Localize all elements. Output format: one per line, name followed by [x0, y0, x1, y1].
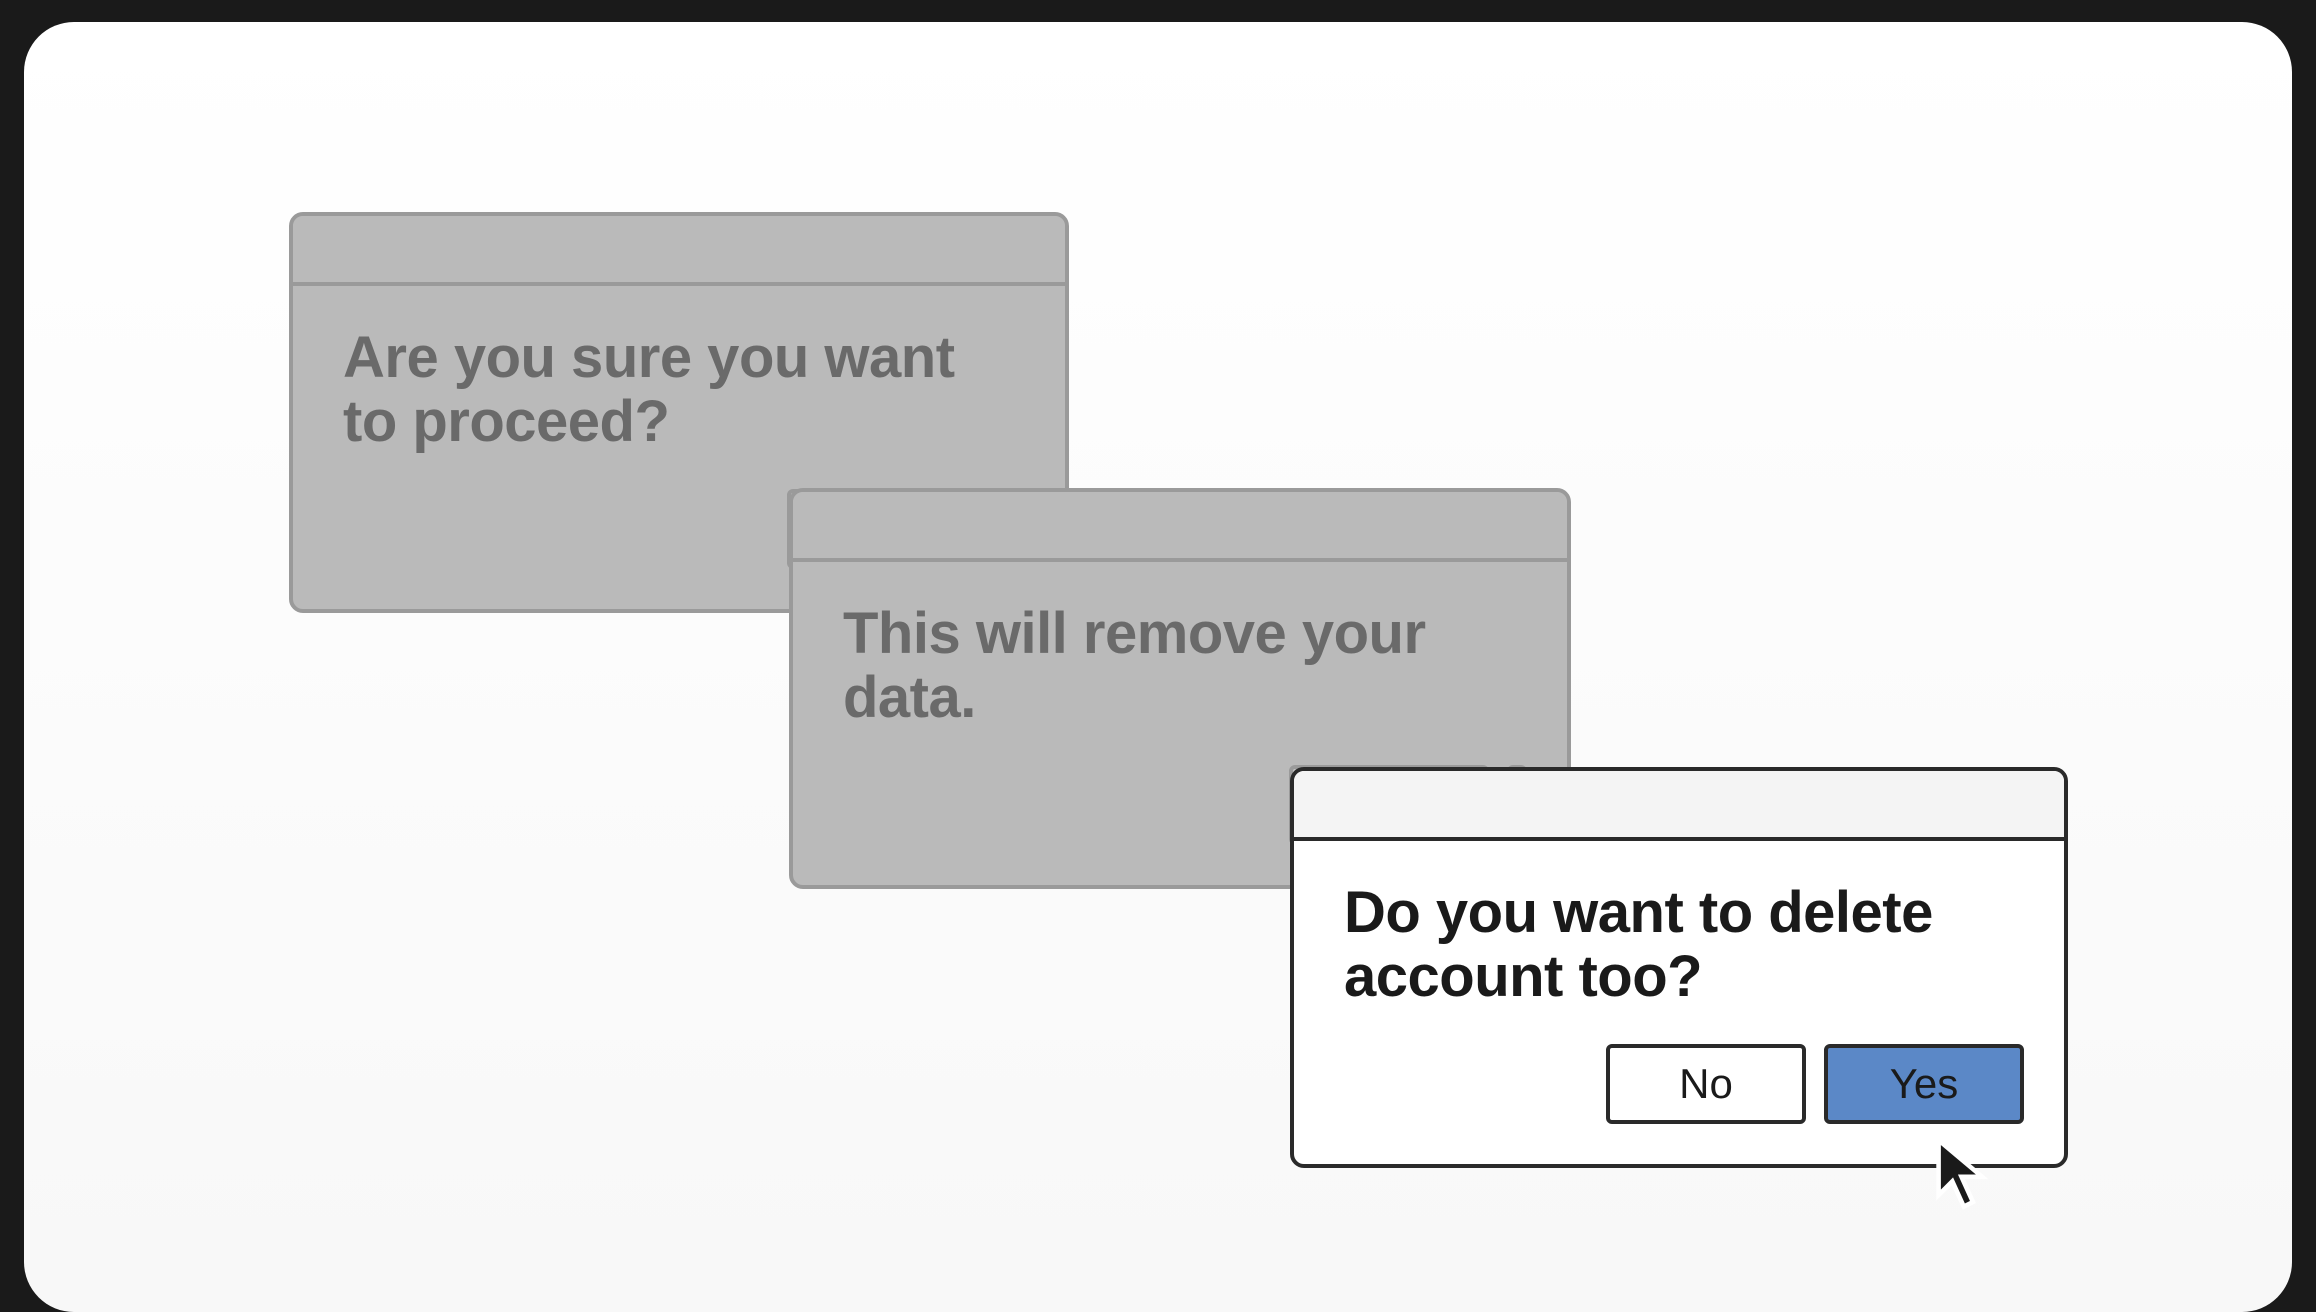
dialog-body: Are you sure you want to proceed? [293, 286, 1065, 489]
canvas-background: Are you sure you want to proceed? No Thi… [24, 22, 2292, 1312]
yes-button[interactable]: Yes [1824, 1044, 2024, 1124]
dialog-message: This will remove your data. [843, 602, 1517, 730]
dialog-body: This will remove your data. [793, 562, 1567, 765]
dialog-titlebar [293, 216, 1065, 286]
dialog-delete-account: Do you want to delete account too? No Ye… [1290, 767, 2068, 1168]
dialog-titlebar [793, 492, 1567, 562]
dialog-body: Do you want to delete account too? [1294, 841, 2064, 1044]
no-button[interactable]: No [1606, 1044, 1806, 1124]
dialog-button-row: No Yes [1294, 1044, 2064, 1164]
dialog-message: Are you sure you want to proceed? [343, 326, 1015, 454]
dialog-message: Do you want to delete account too? [1344, 881, 2014, 1009]
dialog-titlebar [1294, 771, 2064, 841]
